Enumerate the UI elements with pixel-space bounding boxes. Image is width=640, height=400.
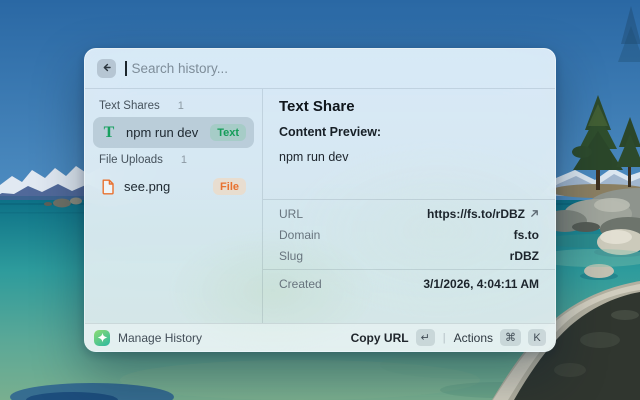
k-key-badge: K <box>528 329 546 346</box>
content-preview-text: npm run dev <box>279 150 539 164</box>
list-item-text-share[interactable]: T npm run dev Text <box>93 117 254 148</box>
copy-url-button[interactable]: Copy URL <box>351 331 409 345</box>
return-key-badge: ↵ <box>416 329 435 346</box>
cmd-key-badge: ⌘ <box>500 329 521 346</box>
file-icon <box>101 179 115 195</box>
app-logo-icon[interactable] <box>94 330 110 346</box>
list-item-label: npm run dev <box>126 125 198 140</box>
meta-row-created: Created 3/1/2026, 4:04:11 AM <box>279 273 539 294</box>
meta-row-domain: Domain fs.to <box>279 224 539 245</box>
manage-history-button[interactable]: Manage History <box>118 331 202 345</box>
footer-bar: Manage History Copy URL ↵ | Actions ⌘ K <box>85 323 555 351</box>
actions-button[interactable]: Actions <box>454 331 493 345</box>
desktop: Search history... Text Shares 1 T npm ru… <box>0 0 640 400</box>
list-item-file-upload[interactable]: see.png File <box>93 171 254 202</box>
section-header-file-uploads: File Uploads 1 <box>93 148 254 171</box>
created-section: Created 3/1/2026, 4:04:11 AM <box>263 270 555 297</box>
meta-label: Domain <box>279 228 320 242</box>
content-preview-label: Content Preview: <box>279 125 539 139</box>
section-count: 1 <box>178 100 184 112</box>
back-button[interactable] <box>97 59 116 78</box>
meta-row-slug: Slug rDBZ <box>279 245 539 266</box>
section-title: File Uploads <box>99 154 163 166</box>
domain-value: fs.to <box>514 228 539 242</box>
detail-title: Text Share <box>279 98 539 115</box>
detail-content: Text Share Content Preview: npm run dev <box>263 89 555 164</box>
type-badge-file: File <box>213 178 246 195</box>
footer-separator: | <box>443 332 446 344</box>
meta-label: Slug <box>279 249 303 263</box>
external-link-icon[interactable] <box>530 207 539 221</box>
created-value: 3/1/2026, 4:04:11 AM <box>423 277 539 291</box>
meta-row-url: URL https://fs.to/rDBZ <box>279 203 539 224</box>
footer-actions: Copy URL ↵ | Actions ⌘ K <box>351 329 546 346</box>
url-value[interactable]: https://fs.to/rDBZ <box>427 207 525 221</box>
meta-label: Created <box>279 277 322 291</box>
window-body: Text Shares 1 T npm run dev Text File Up… <box>85 89 555 323</box>
meta-label: URL <box>279 207 303 221</box>
history-window: Search history... Text Shares 1 T npm ru… <box>84 48 556 352</box>
type-badge-text: Text <box>210 124 246 141</box>
search-input[interactable]: Search history... <box>132 61 229 76</box>
history-list-panel: Text Shares 1 T npm run dev Text File Up… <box>85 89 263 323</box>
metadata-section: URL https://fs.to/rDBZ Domain fs.to <box>263 200 555 269</box>
list-item-label: see.png <box>124 179 170 194</box>
slug-value: rDBZ <box>510 249 539 263</box>
back-arrow-icon <box>101 60 112 78</box>
section-title: Text Shares <box>99 100 160 112</box>
text-cursor <box>125 61 127 76</box>
section-header-text-shares: Text Shares 1 <box>93 94 254 117</box>
detail-panel: Text Share Content Preview: npm run dev … <box>263 89 555 323</box>
text-type-icon: T <box>101 125 117 141</box>
search-bar: Search history... <box>85 49 555 89</box>
section-count: 1 <box>181 154 187 166</box>
